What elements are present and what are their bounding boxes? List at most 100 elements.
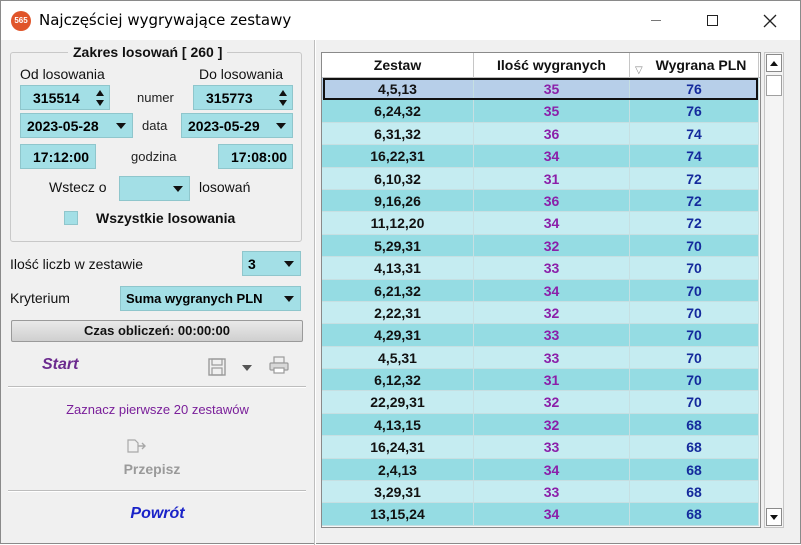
table-header: Zestaw Ilość wygranych ▽ Wygrana PLN [322, 53, 760, 78]
cell-ilosc: 36 [474, 122, 630, 146]
close-button[interactable] [747, 1, 793, 40]
table-row[interactable]: 2,4,13 34 68 [322, 458, 760, 482]
cell-zestaw: 6,24,32 [322, 100, 474, 123]
cell-ilosc: 35 [474, 100, 630, 123]
table-row[interactable]: 6,31,32 36 74 [322, 122, 760, 146]
to-time-field[interactable]: 17:08:00 [218, 144, 293, 169]
back-label: Wstecz o [49, 179, 107, 195]
cell-wygrana: 70 [630, 279, 759, 302]
chevron-down-icon [173, 186, 183, 192]
back-button[interactable]: Powrót [1, 505, 314, 523]
count-label: Ilość liczb w zestawie [10, 256, 144, 272]
table-row[interactable]: 6,10,32 31 72 [322, 167, 760, 190]
cell-wygrana: 70 [630, 391, 759, 414]
from-number-value: 315514 [33, 89, 80, 106]
cell-ilosc: 34 [474, 279, 630, 302]
back-unit-label: losowań [199, 179, 251, 195]
chevron-down-icon [116, 123, 126, 129]
cell-ilosc: 36 [474, 189, 630, 213]
spin-updown-icon[interactable] [95, 88, 105, 108]
start-button[interactable]: Start [42, 356, 78, 374]
left-panel: Zakres losowań [ 260 ] Od losowania Do l… [1, 40, 314, 545]
cell-ilosc: 34 [474, 212, 630, 235]
cell-zestaw: 6,21,32 [322, 279, 474, 302]
back-count-select[interactable] [119, 176, 190, 201]
count-select[interactable]: 3 [242, 251, 301, 276]
table-row[interactable]: 16,22,31 34 74 [322, 145, 760, 168]
cell-wygrana: 72 [630, 189, 759, 213]
maximize-button[interactable] [689, 1, 735, 40]
cell-wygrana: 72 [630, 212, 759, 235]
cell-wygrana: 74 [630, 145, 759, 168]
from-time-value: 17:12:00 [33, 148, 90, 165]
cell-wygrana: 68 [630, 413, 759, 437]
table-row[interactable]: 16,24,31 33 68 [322, 436, 760, 459]
cell-zestaw: 2,22,31 [322, 301, 474, 325]
range-legend: Zakres losowań [ 260 ] [68, 44, 228, 60]
table-row[interactable]: 6,12,32 31 70 [322, 369, 760, 392]
spin-updown-icon[interactable] [278, 88, 288, 108]
cell-zestaw: 2,4,13 [322, 458, 474, 482]
table-row[interactable]: 3,29,31 33 68 [322, 481, 760, 504]
cell-wygrana: 76 [630, 100, 759, 123]
number-label: numer [137, 90, 174, 105]
cell-zestaw: 11,12,20 [322, 212, 474, 235]
copy-button[interactable]: Przepisz [1, 461, 303, 477]
to-number-field[interactable]: 315773 [193, 85, 293, 110]
scroll-up-button[interactable] [766, 54, 782, 72]
separator [8, 386, 306, 388]
table-row[interactable]: 4,29,31 33 70 [322, 324, 760, 347]
app-window: 565 Najczęściej wygrywające zestawy Zakr… [0, 0, 801, 545]
cell-wygrana: 72 [630, 167, 759, 190]
criterion-select[interactable]: Suma wygranych PLN [120, 286, 301, 311]
cell-zestaw: 4,5,31 [322, 346, 474, 370]
save-icon[interactable] [208, 358, 226, 376]
table-row[interactable]: 11,12,20 34 72 [322, 212, 760, 235]
cell-wygrana: 70 [630, 369, 759, 392]
cell-zestaw: 16,24,31 [322, 436, 474, 459]
from-number-field[interactable]: 315514 [20, 85, 110, 110]
table-row[interactable]: 6,21,32 34 70 [322, 279, 760, 302]
calc-time-bar: Czas obliczeń: 00:00:00 [11, 320, 303, 342]
all-draws-label[interactable]: Wszystkie losowania [96, 210, 235, 226]
criterion-label: Kryterium [10, 290, 70, 306]
table-row[interactable]: 4,5,31 33 70 [322, 346, 760, 370]
column-header-wygrana[interactable]: ▽ Wygrana PLN [630, 53, 759, 78]
mark-first-20-link[interactable]: Zaznacz pierwsze 20 zestawów [1, 402, 314, 417]
copy-icon [127, 439, 146, 453]
cell-wygrana: 76 [630, 78, 759, 101]
minimize-button[interactable] [633, 1, 679, 40]
criterion-value: Suma wygranych PLN [126, 291, 263, 306]
table-row[interactable]: 22,29,31 32 70 [322, 391, 760, 414]
minimize-icon [651, 20, 661, 21]
to-date-value: 2023-05-29 [188, 117, 260, 134]
column-header-zestaw[interactable]: Zestaw [322, 53, 474, 78]
results-table[interactable]: Zestaw Ilość wygranych ▽ Wygrana PLN 4,5… [321, 52, 761, 528]
dropdown-caret-icon[interactable] [242, 365, 252, 371]
cell-ilosc: 31 [474, 369, 630, 392]
print-icon[interactable] [269, 356, 289, 374]
scroll-thumb[interactable] [766, 75, 782, 96]
cell-ilosc: 34 [474, 503, 630, 526]
table-row[interactable]: 5,29,31 32 70 [322, 234, 760, 258]
window-title: Najczęściej wygrywające zestawy [39, 11, 292, 29]
table-row[interactable]: 4,5,13 35 76 [322, 78, 760, 101]
cell-wygrana: 68 [630, 436, 759, 459]
chevron-down-icon [276, 123, 286, 129]
table-row[interactable]: 2,22,31 32 70 [322, 301, 760, 325]
column-header-ilosc[interactable]: Ilość wygranych [474, 53, 630, 78]
cell-zestaw: 9,16,26 [322, 189, 474, 213]
cell-zestaw: 5,29,31 [322, 234, 474, 258]
panel-splitter[interactable] [314, 40, 316, 545]
vertical-scrollbar[interactable] [764, 52, 784, 528]
from-date-picker[interactable]: 2023-05-28 [20, 113, 133, 138]
from-time-field[interactable]: 17:12:00 [20, 144, 96, 169]
all-draws-checkbox[interactable] [64, 211, 78, 225]
table-row[interactable]: 4,13,31 33 70 [322, 257, 760, 280]
table-row[interactable]: 9,16,26 36 72 [322, 189, 760, 213]
table-row[interactable]: 4,13,15 32 68 [322, 413, 760, 437]
table-row[interactable]: 13,15,24 34 68 [322, 503, 760, 526]
table-row[interactable]: 6,24,32 35 76 [322, 100, 760, 123]
scroll-down-button[interactable] [766, 508, 782, 526]
to-date-picker[interactable]: 2023-05-29 [181, 113, 293, 138]
